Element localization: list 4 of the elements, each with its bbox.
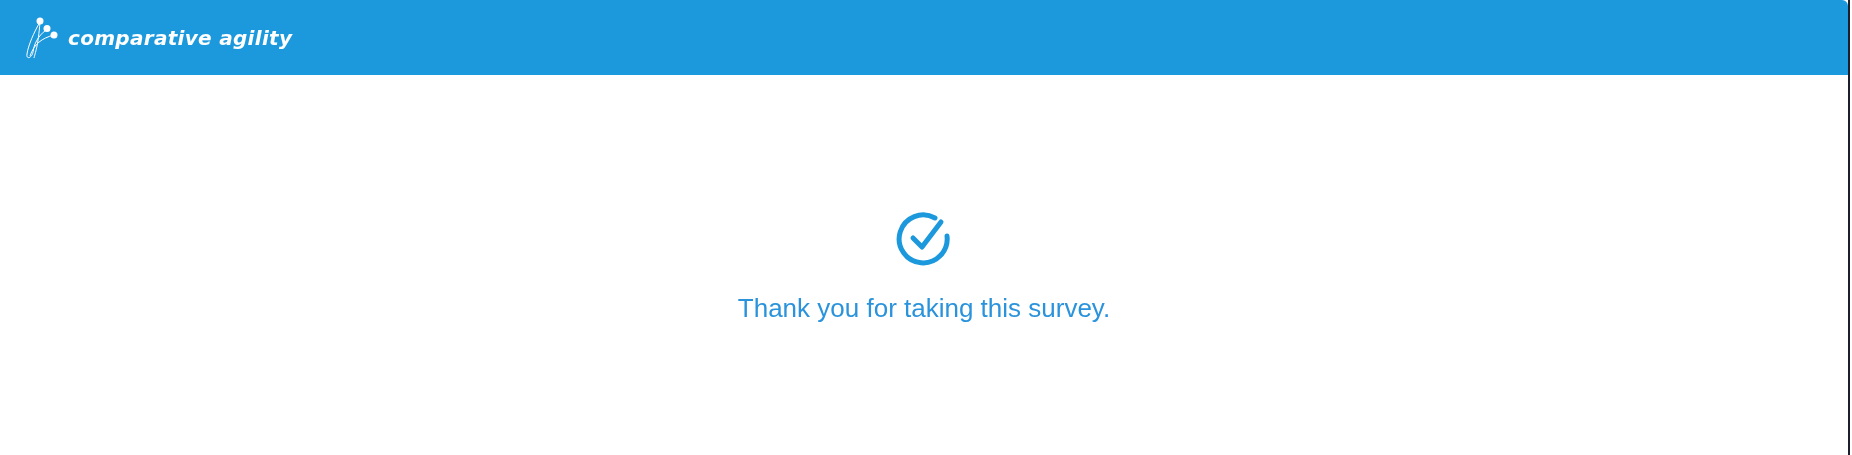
logo-icon (24, 15, 60, 60)
logo-text: comparative agility (68, 25, 293, 50)
check-circle-icon (895, 210, 953, 268)
thank-you-message: Thank you for taking this survey. (737, 292, 1111, 324)
